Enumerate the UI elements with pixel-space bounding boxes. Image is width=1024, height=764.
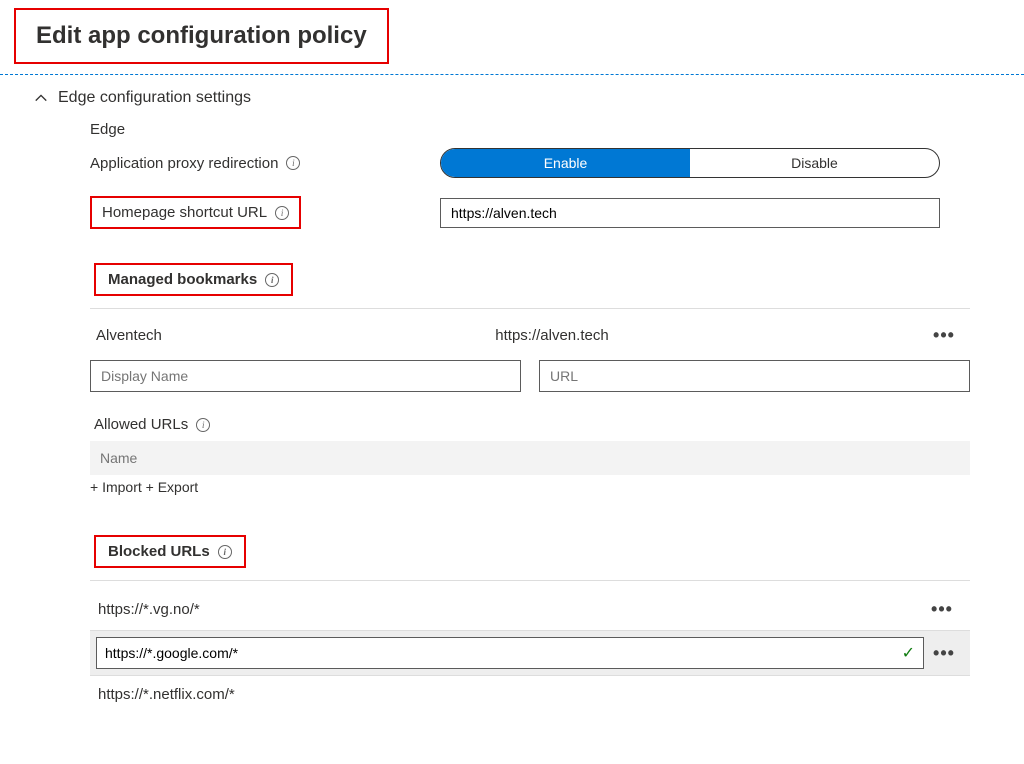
import-button[interactable]: + Import (90, 479, 142, 495)
bookmark-name: Alventech (96, 327, 495, 344)
proxy-toggle[interactable]: Enable Disable (440, 148, 940, 178)
bookmark-url: https://alven.tech (495, 327, 924, 344)
proxy-label: Application proxy redirection (90, 155, 278, 172)
info-icon[interactable]: i (286, 156, 300, 170)
proxy-disable-option[interactable]: Disable (690, 149, 939, 177)
homepage-url-input[interactable] (440, 198, 940, 228)
blocked-url-text: https://*.netflix.com/* (98, 686, 962, 703)
section-title: Edge configuration settings (58, 89, 251, 107)
bookmark-name-input[interactable] (90, 360, 521, 392)
info-icon[interactable]: i (218, 545, 232, 559)
managed-bookmarks-title: Managed bookmarks (108, 271, 257, 288)
blocked-url-edit-input[interactable] (105, 645, 902, 661)
bookmark-row: Alventech https://alven.tech ••• (90, 317, 970, 354)
allowed-url-input[interactable] (90, 441, 970, 475)
info-icon[interactable]: i (275, 206, 289, 220)
divider (90, 580, 970, 581)
homepage-label: Homepage shortcut URL (102, 204, 267, 221)
more-icon[interactable]: ••• (924, 643, 964, 664)
blocked-urls-title: Blocked URLs (108, 543, 210, 560)
blocked-url-text: https://*.vg.no/* (98, 601, 922, 618)
blocked-url-row: https://*.netflix.com/* (90, 676, 970, 713)
export-button[interactable]: + Export (146, 479, 199, 495)
more-icon[interactable]: ••• (924, 325, 964, 346)
edge-heading: Edge (90, 121, 970, 138)
divider (90, 308, 970, 309)
proxy-enable-option[interactable]: Enable (441, 149, 690, 177)
page-title: Edit app configuration policy (14, 8, 389, 64)
blocked-url-row: https://*.vg.no/* ••• (90, 589, 970, 631)
more-icon[interactable]: ••• (922, 599, 962, 620)
chevron-up-icon (34, 91, 48, 105)
info-icon[interactable]: i (196, 418, 210, 432)
check-icon[interactable]: ✓ (902, 643, 915, 663)
section-toggle[interactable]: Edge configuration settings (0, 75, 1024, 121)
blocked-url-row-editing: ✓ ••• (90, 631, 970, 676)
allowed-urls-title: Allowed URLs (94, 416, 188, 433)
bookmark-url-input[interactable] (539, 360, 970, 392)
info-icon[interactable]: i (265, 273, 279, 287)
